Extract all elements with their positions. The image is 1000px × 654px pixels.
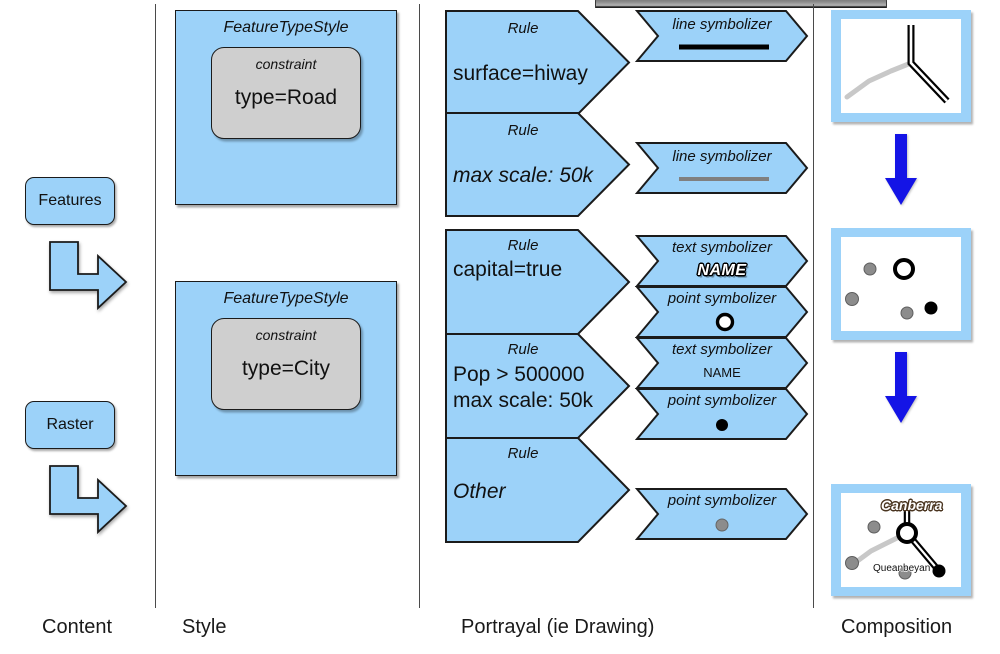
content-box-features[interactable]: Features	[25, 177, 115, 225]
content-box-features-label: Features	[38, 192, 102, 209]
composition-frame-final-map-canvas: Canberra Queanbeyan	[841, 493, 961, 587]
symbolizer-line-black[interactable]: line symbolizer	[634, 10, 809, 62]
symbolizer-text-name-outlined[interactable]: text symbolizer NAME	[634, 235, 809, 287]
highway-casing	[907, 25, 950, 104]
symbolizer-point-gray[interactable]: point symbolizer	[634, 488, 809, 540]
feature-type-style-city-title: FeatureTypeStyle	[223, 290, 349, 307]
composition-frame-roads[interactable]	[831, 10, 971, 122]
constraint-city-title: constraint	[255, 327, 317, 343]
constraint-road[interactable]: constraint type=Road	[211, 47, 361, 139]
elbow-arrow-raster	[48, 464, 128, 545]
column-caption-portrayal: Portrayal (ie Drawing)	[461, 616, 655, 638]
map-dot-gray-3	[900, 306, 914, 320]
final-dot-gray-2	[845, 556, 859, 570]
column-caption-style: Style	[182, 616, 227, 638]
constraint-city-value: type=City	[241, 357, 331, 380]
rule-max-scale-50k-road[interactable]: Rule max scale: 50k	[445, 112, 631, 217]
elbow-arrow-features	[48, 240, 128, 321]
content-box-raster[interactable]: Raster	[25, 401, 115, 449]
down-arrow-roads-to-points	[884, 134, 918, 211]
symbolizer-point-black[interactable]: point symbolizer	[634, 388, 809, 440]
column-caption-content: Content	[42, 616, 113, 638]
final-dot-gray-1	[867, 520, 881, 534]
point-sample-black	[716, 419, 728, 431]
point-sample-gray	[715, 518, 729, 532]
symbolizer-point-hollow[interactable]: point symbolizer	[634, 286, 809, 338]
feature-type-style-road[interactable]: FeatureTypeStyle constraint type=Road	[175, 10, 397, 205]
feature-type-style-road-title: FeatureTypeStyle	[223, 19, 349, 36]
final-dot-black	[932, 564, 946, 578]
highway-fill	[909, 25, 948, 102]
composition-frame-final-map[interactable]: Canberra Queanbeyan	[831, 484, 971, 596]
map-label-queanbeyan: Queanbeyan	[873, 563, 931, 574]
rule-capital-true[interactable]: Rule capital=true	[445, 229, 631, 335]
window-titlebar-fragment	[595, 0, 887, 8]
column-divider-portrayal-composition	[813, 4, 814, 608]
composition-frame-points-canvas	[841, 237, 961, 331]
map-label-canberra: Canberra	[881, 497, 943, 513]
symbolizer-text-name-plain[interactable]: text symbolizer NAME	[634, 337, 809, 389]
constraint-city[interactable]: constraint type=City	[211, 318, 361, 410]
rule-other[interactable]: Rule Other	[445, 437, 631, 543]
map-dot-gray-2	[845, 292, 859, 306]
constraint-road-title: constraint	[255, 56, 317, 72]
content-box-raster-label: Raster	[46, 416, 94, 433]
rule-surface-hiway[interactable]: Rule surface=hiway	[445, 10, 631, 115]
column-divider-content-style	[155, 4, 156, 608]
map-capital-circle	[893, 258, 915, 280]
column-divider-style-portrayal	[419, 4, 420, 608]
composition-frame-roads-canvas	[841, 19, 961, 113]
composition-frame-points[interactable]	[831, 228, 971, 340]
diagram-canvas: Content Style Portrayal (ie Drawing) Com…	[0, 0, 1000, 654]
map-dot-black	[924, 301, 938, 315]
rule-pop-500000[interactable]: Rule Pop > 500000 max scale: 50k	[445, 333, 631, 439]
constraint-road-value: type=Road	[234, 86, 338, 109]
map-dot-gray-1	[863, 262, 877, 276]
road-gray-line	[844, 60, 914, 100]
down-arrow-points-to-final	[884, 352, 918, 429]
final-capital-circle	[896, 522, 918, 544]
symbolizer-line-gray[interactable]: line symbolizer	[634, 142, 809, 194]
column-caption-composition: Composition	[841, 616, 953, 638]
point-sample-hollow	[715, 312, 735, 332]
feature-type-style-city[interactable]: FeatureTypeStyle constraint type=City	[175, 281, 397, 476]
